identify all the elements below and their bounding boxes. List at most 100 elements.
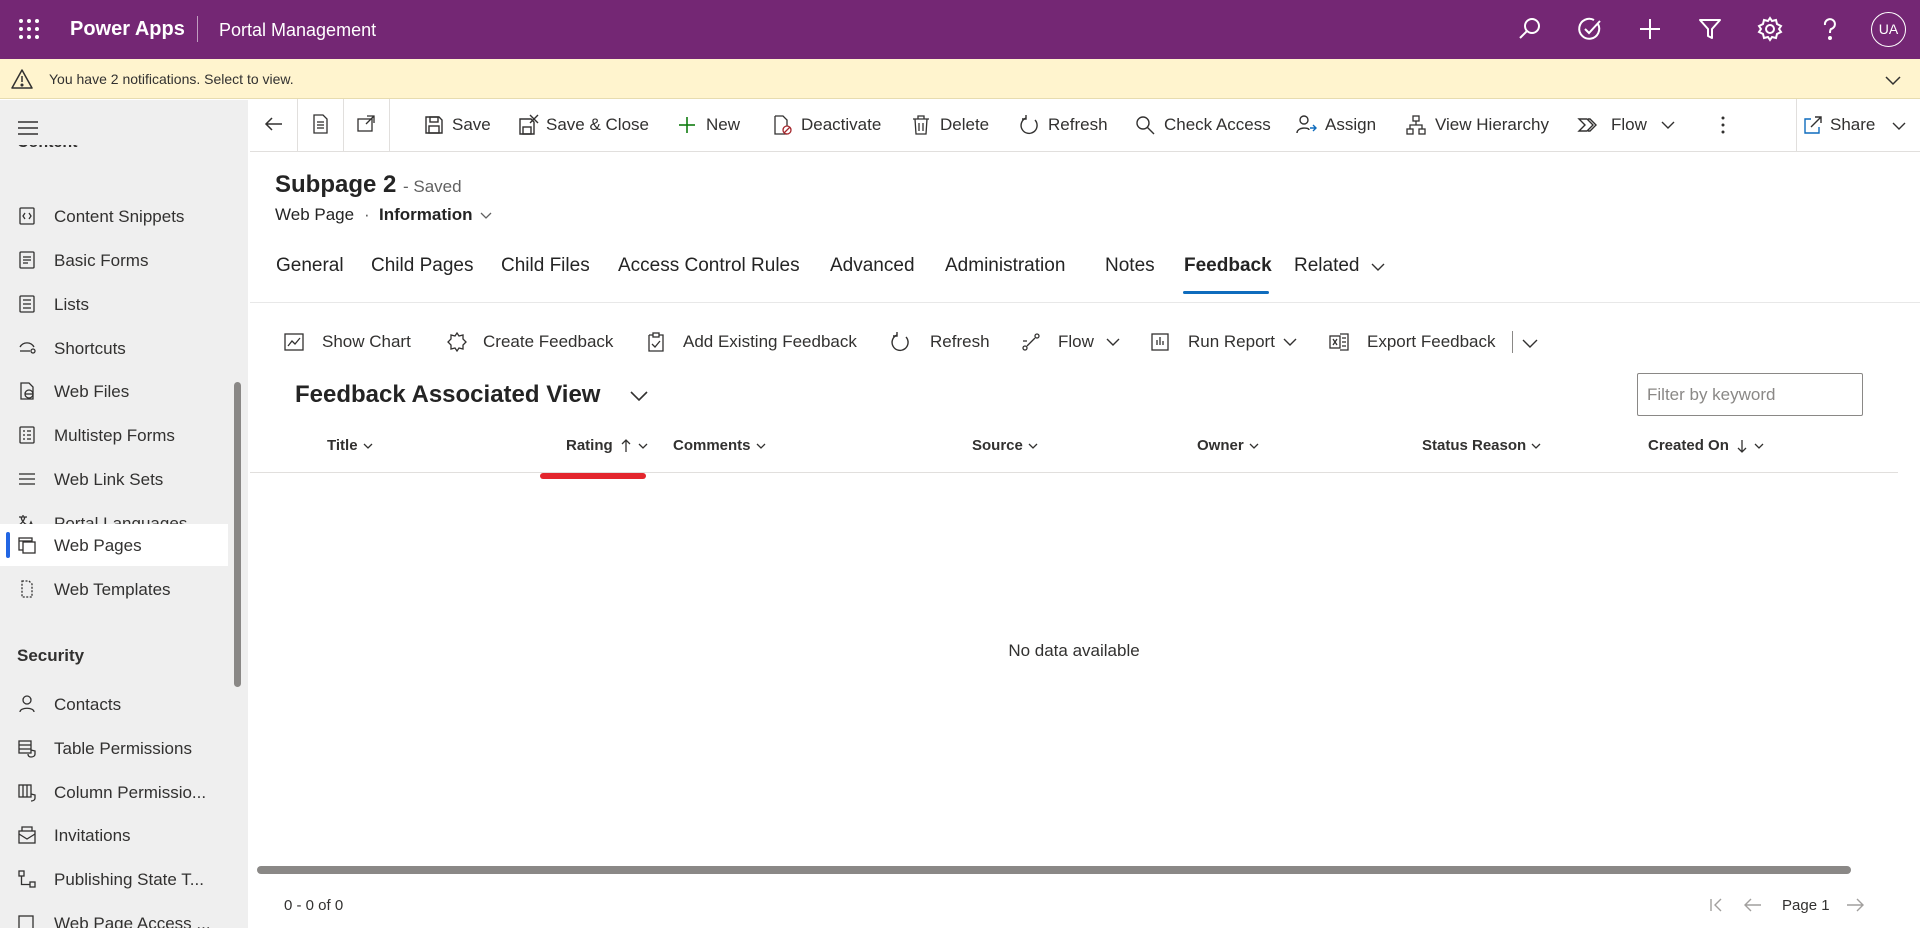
form-selector[interactable]: Information (379, 205, 473, 225)
add-icon (676, 114, 698, 136)
subgrid-flow-button[interactable]: Flow (1020, 328, 1125, 356)
tab-general[interactable]: General (276, 254, 344, 278)
back-button[interactable] (252, 99, 295, 151)
tab-administration[interactable]: Administration (945, 254, 1065, 278)
share-button[interactable]: Share (1802, 99, 1912, 151)
add-icon[interactable] (1636, 15, 1664, 43)
refresh-button[interactable]: Refresh (1018, 99, 1118, 151)
form-icon (17, 250, 37, 270)
command-separator (1796, 99, 1797, 151)
form-view-button[interactable] (298, 99, 341, 151)
save-close-icon (517, 114, 539, 136)
help-icon[interactable] (1816, 15, 1844, 43)
sidebar-item-column-permissions[interactable]: Column Permissio... (0, 771, 228, 813)
view-selector[interactable]: Feedback Associated View (295, 380, 600, 410)
share-chevron-down-icon (1892, 122, 1906, 130)
flow-dropdown-chevron-icon[interactable] (1659, 99, 1681, 151)
flow-button[interactable]: Flow (1577, 99, 1647, 151)
notification-text[interactable]: You have 2 notifications. Select to view… (49, 71, 294, 87)
sidebar-item-web-templates[interactable]: Web Templates (0, 568, 228, 610)
web-file-icon (17, 381, 37, 401)
sidebar-scrollbar[interactable] (234, 382, 241, 687)
first-page-icon[interactable] (1706, 894, 1728, 916)
filter-icon[interactable] (1696, 15, 1724, 43)
tab-feedback[interactable]: Feedback (1184, 254, 1272, 278)
sidebar-item-lists[interactable]: Lists (0, 283, 228, 325)
sidebar-item-invitations[interactable]: Invitations (0, 814, 228, 856)
subgrid-refresh-button[interactable]: Refresh (889, 328, 999, 356)
table-permission-icon (17, 738, 37, 758)
more-subgrid-commands-chevron-icon[interactable] (1520, 333, 1540, 353)
save-button[interactable]: Save (423, 99, 523, 151)
filter-by-keyword-input[interactable] (1637, 373, 1863, 416)
export-feedback-button[interactable]: Export Feedback (1328, 328, 1518, 356)
tab-child-files[interactable]: Child Files (501, 254, 590, 278)
sidebar-item-label: Web Page Access ... (54, 914, 211, 928)
app-launcher-icon[interactable] (17, 17, 41, 41)
tab-child-pages[interactable]: Child Pages (371, 254, 473, 278)
sidebar-item-web-link-sets[interactable]: Web Link Sets (0, 458, 228, 500)
sidebar-item-multistep-forms[interactable]: Multistep Forms (0, 414, 228, 456)
column-header-owner[interactable]: Owner (1197, 436, 1260, 458)
chart-icon (283, 331, 305, 353)
open-new-window-button[interactable] (344, 99, 387, 151)
next-page-icon[interactable] (1844, 894, 1866, 916)
run-report-button[interactable]: Run Report (1149, 328, 1304, 356)
sidebar-item-web-page-access[interactable]: Web Page Access ... (0, 902, 228, 928)
sidebar-nav: Content Content Snippets Basic Forms Lis… (0, 100, 248, 928)
settings-icon[interactable] (1756, 15, 1784, 43)
notification-bar[interactable]: You have 2 notifications. Select to view… (0, 59, 1920, 99)
tab-access-control-rules[interactable]: Access Control Rules (618, 254, 800, 278)
share-label: Share (1830, 115, 1876, 134)
chevron-down-icon[interactable] (1883, 70, 1903, 90)
more-commands-icon[interactable] (1713, 99, 1733, 151)
check-access-button[interactable]: Check Access (1134, 99, 1274, 151)
tab-related[interactable]: Related (1294, 254, 1360, 278)
sort-ascending-icon (621, 439, 631, 452)
portal-name[interactable]: Portal Management (219, 19, 376, 41)
column-header-label: Owner (1197, 437, 1244, 454)
view-hierarchy-button[interactable]: View Hierarchy (1405, 99, 1555, 151)
column-header-title[interactable]: Title (327, 436, 374, 458)
app-name[interactable]: Power Apps (70, 17, 185, 41)
column-header-rating[interactable]: Rating (566, 436, 649, 458)
subgrid-flow-label: Flow (1058, 332, 1094, 351)
column-header-created-on[interactable]: Created On (1648, 436, 1765, 458)
add-existing-feedback-button[interactable]: Add Existing Feedback (645, 328, 865, 356)
related-chevron-down-icon[interactable] (1369, 258, 1387, 276)
save-and-close-button[interactable]: Save & Close (517, 99, 667, 151)
view-selector-chevron-icon[interactable] (626, 383, 652, 409)
column-header-status-reason[interactable]: Status Reason (1422, 436, 1542, 458)
new-button[interactable]: New (676, 99, 756, 151)
sort-descending-icon (1737, 440, 1747, 453)
create-feedback-button[interactable]: Create Feedback (446, 328, 616, 356)
sidebar-item-contacts[interactable]: Contacts (0, 683, 228, 725)
sidebar-item-publishing-state[interactable]: Publishing State T... (0, 858, 228, 900)
user-avatar[interactable]: UA (1871, 12, 1906, 47)
sidebar-item-basic-forms[interactable]: Basic Forms (0, 239, 228, 281)
sidebar-item-web-pages[interactable]: Web Pages (0, 524, 228, 566)
grid-horizontal-scrollbar[interactable] (257, 866, 1851, 874)
refresh-label: Refresh (1048, 115, 1108, 134)
hamburger-menu-icon[interactable] (16, 116, 40, 140)
sidebar-item-label: Multistep Forms (54, 426, 175, 445)
sidebar-item-web-files[interactable]: Web Files (0, 370, 228, 412)
deactivate-button[interactable]: Deactivate (771, 99, 886, 151)
delete-button[interactable]: Delete (910, 99, 1000, 151)
deactivate-label: Deactivate (801, 115, 882, 134)
show-chart-button[interactable]: Show Chart (283, 328, 413, 356)
subgrid-command-separator (1512, 331, 1513, 353)
tab-notes[interactable]: Notes (1105, 254, 1155, 278)
sidebar-item-label: Contacts (54, 695, 122, 714)
column-header-source[interactable]: Source (972, 436, 1039, 458)
assign-button[interactable]: Assign (1295, 99, 1385, 151)
sidebar-item-shortcuts[interactable]: Shortcuts (0, 327, 228, 369)
sidebar-item-content-snippets[interactable]: Content Snippets (0, 195, 228, 237)
form-selector-chevron-icon[interactable] (478, 208, 494, 224)
previous-page-icon[interactable] (1742, 894, 1764, 916)
search-icon[interactable] (1516, 15, 1544, 43)
task-check-icon[interactable] (1576, 15, 1604, 43)
column-header-comments[interactable]: Comments (673, 436, 767, 458)
sidebar-item-table-permissions[interactable]: Table Permissions (0, 727, 228, 769)
tab-advanced[interactable]: Advanced (830, 254, 915, 278)
